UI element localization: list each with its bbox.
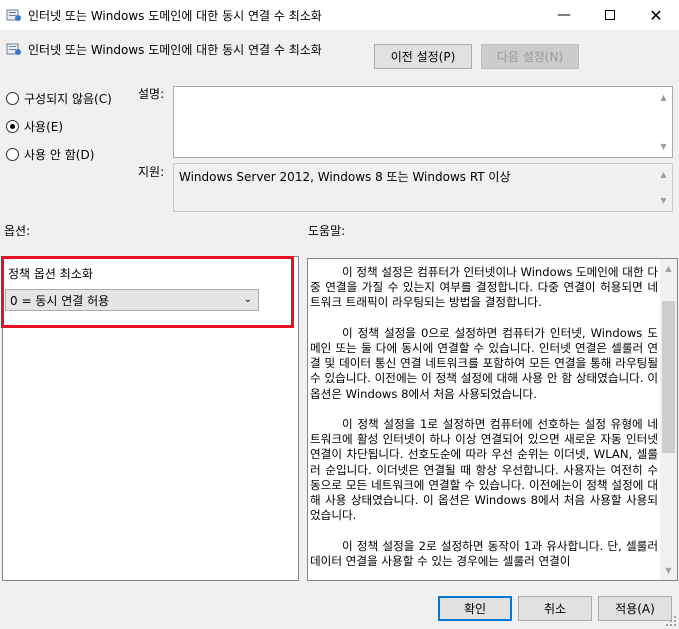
window-title: 인터넷 또는 Windows 도메인에 대한 동시 연결 수 최소화 <box>28 9 322 23</box>
policy-option-label: 정책 옵션 최소화 <box>8 267 93 281</box>
radio-circle[interactable] <box>6 120 19 133</box>
supported-on-box: Windows Server 2012, Windows 8 또는 Window… <box>173 163 673 212</box>
scroll-up-icon[interactable]: ▲ <box>655 166 672 183</box>
title-bar: 인터넷 또는 Windows 도메인에 대한 동시 연결 수 최소화 — ✕ <box>0 0 679 30</box>
scroll-down-icon[interactable]: ▼ <box>655 192 672 209</box>
radio-enabled[interactable]: 사용(E) <box>6 118 63 135</box>
minimize-button[interactable]: — <box>541 0 587 30</box>
comment-label: 설명: <box>138 87 165 101</box>
scroll-up-icon[interactable]: ▲ <box>655 89 672 106</box>
supported-on-text: Windows Server 2012, Windows 8 또는 Window… <box>179 170 511 184</box>
comment-value <box>174 87 672 93</box>
options-section-label: 옵션: <box>4 224 31 238</box>
help-paragraph: 이 정책 설정을 2로 설정하면 동작이 1과 유사합니다. 단, 셀룰러 데이… <box>310 538 658 568</box>
scroll-down-icon[interactable]: ▼ <box>655 138 672 155</box>
maximize-button[interactable] <box>587 0 633 30</box>
dropdown-selected-value: 0 = 동시 연결 허용 <box>10 293 110 308</box>
help-section-label: 도움말: <box>308 224 346 238</box>
help-scrollbar[interactable]: ▲ ▼ <box>660 259 677 580</box>
help-paragraph: 이 정책 설정을 0으로 설정하면 컴퓨터가 인터넷, Windows 도메인 … <box>310 325 658 401</box>
scroll-up-icon[interactable]: ▲ <box>660 260 677 277</box>
policy-settings-icon <box>6 43 21 55</box>
radio-disabled[interactable]: 사용 안 함(D) <box>6 146 94 163</box>
resize-grip-icon[interactable] <box>665 615 677 627</box>
close-icon: ✕ <box>649 5 663 25</box>
scroll-thumb[interactable] <box>662 301 675 453</box>
previous-setting-button[interactable]: 이전 설정(P) <box>374 44 472 69</box>
help-paragraph: 이 정책 설정은 컴퓨터가 인터넷이나 Windows 도메인에 대한 다중 연… <box>310 265 658 310</box>
radio-circle[interactable] <box>6 92 19 105</box>
chevron-down-icon[interactable]: ⌄ <box>244 294 252 305</box>
cancel-button[interactable]: 취소 <box>518 596 592 621</box>
supported-label: 지원: <box>138 165 165 179</box>
minimize-icon: — <box>557 7 571 23</box>
ok-button[interactable]: 확인 <box>438 596 512 621</box>
radio-label: 사용(E) <box>24 120 64 134</box>
close-button[interactable]: ✕ <box>633 0 679 30</box>
setting-title: 인터넷 또는 Windows 도메인에 대한 동시 연결 수 최소화 <box>28 43 322 57</box>
policy-option-dropdown[interactable]: 0 = 동시 연결 허용 ⌄ <box>5 289 259 311</box>
radio-circle[interactable] <box>6 148 19 161</box>
help-text: 이 정책 설정은 컴퓨터가 인터넷이나 Windows 도메인에 대한 다중 연… <box>310 265 658 580</box>
apply-button[interactable]: 적용(A) <box>598 596 672 621</box>
radio-not-configured[interactable]: 구성되지 않음(C) <box>6 90 112 107</box>
comment-textarea[interactable]: ▲ ▼ <box>173 86 673 158</box>
scroll-down-icon[interactable]: ▼ <box>660 562 677 579</box>
radio-label: 구성되지 않음(C) <box>24 92 112 106</box>
maximize-icon <box>605 10 615 20</box>
comment-scrollbar[interactable]: ▲ ▼ <box>655 87 672 157</box>
radio-label: 사용 안 함(D) <box>24 148 95 162</box>
supported-scrollbar[interactable]: ▲ ▼ <box>655 164 672 211</box>
policy-settings-icon <box>6 9 21 21</box>
help-paragraph: 이 정책 설정을 1로 설정하면 컴퓨터에 선호하는 설정 유형에 네트워크에 … <box>310 417 658 523</box>
help-panel: 이 정책 설정은 컴퓨터가 인터넷이나 Windows 도메인에 대한 다중 연… <box>307 258 678 581</box>
next-setting-button[interactable]: 다음 설정(N) <box>481 44 579 69</box>
